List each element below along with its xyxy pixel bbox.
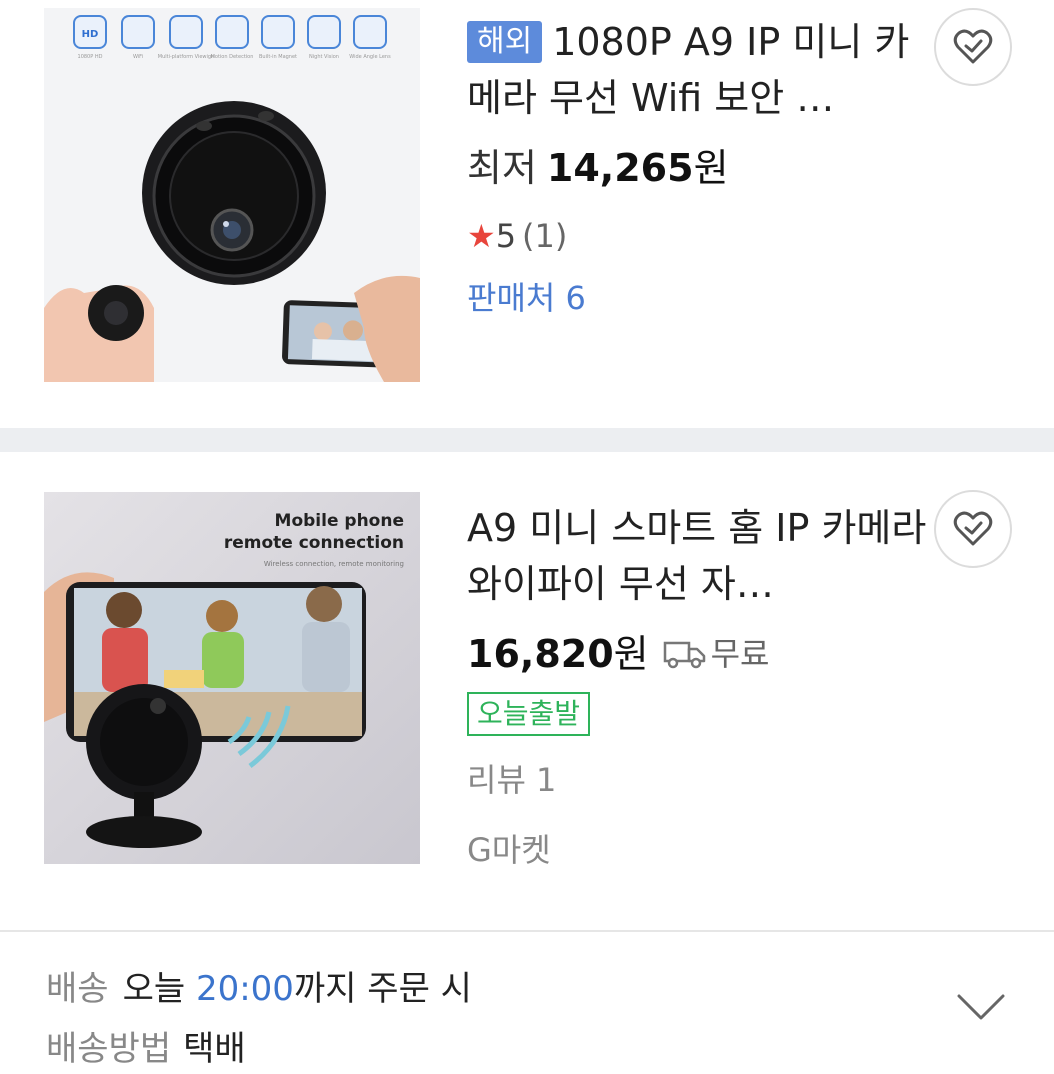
divider [0, 930, 1054, 932]
expand-button[interactable] [956, 992, 1006, 1026]
review-count[interactable]: 리뷰 1 [467, 756, 927, 804]
product-image[interactable]: HD 1080P HD WiFi Multi-platform Viewign … [44, 8, 420, 382]
product-title[interactable]: 해외 1080P A9 IP 미니 카메라 무선 Wifi 보안 … [467, 14, 927, 126]
product-info[interactable]: 해외 1080P A9 IP 미니 카메라 무선 Wifi 보안 … 최저 14,2… [467, 14, 927, 322]
wishlist-button[interactable] [934, 8, 1012, 86]
sellers-link[interactable]: 판매처 6 [467, 274, 927, 322]
price-value: 14,265 [546, 146, 694, 190]
delivery-method: 배송방법 택배 [46, 1024, 246, 1074]
image-heading: remote connection [224, 533, 404, 553]
delivery-text-pre: 오늘 [122, 969, 186, 1009]
feature-label: Wide Angle Lens [349, 54, 391, 60]
feature-label: WiFi [133, 54, 143, 60]
product-info[interactable]: A9 미니 스마트 홈 IP 카메라 와이파이 무선 자… 16,820원 무료 … [467, 500, 927, 874]
delivery-label: 배송 [46, 969, 109, 1009]
overseas-badge: 해외 [467, 21, 543, 63]
delivery-cutoff-time: 20:00 [195, 969, 294, 1009]
star-icon: ★ [467, 217, 496, 255]
feature-label: Multi-platform Viewign [158, 54, 214, 60]
price: 16,820원 무료 [467, 626, 927, 682]
free-shipping: 무료 [663, 635, 770, 673]
price-unit: 원 [693, 146, 729, 190]
feature-label: Motion Detection [211, 54, 254, 60]
image-heading: Mobile phone [275, 511, 404, 531]
section-separator [0, 428, 1054, 452]
camera-product-photo: Mobile phone remote connection Wireless … [44, 492, 420, 864]
product-title[interactable]: A9 미니 스마트 홈 IP 카메라 와이파이 무선 자… [467, 500, 927, 612]
delivery-method-value: 택배 [183, 1029, 246, 1069]
price: 최저 14,265원 [467, 140, 927, 196]
seller-name: G마켓 [467, 831, 551, 869]
product-card[interactable]: HD 1080P HD WiFi Multi-platform Viewign … [0, 0, 1054, 428]
delivery-info: 배송 오늘 20:00까지 주문 시 [46, 964, 472, 1014]
delivery-text-post: 까지 주문 시 [293, 969, 472, 1009]
wishlist-button[interactable] [934, 490, 1012, 568]
rating: ★5 (1) [467, 212, 927, 260]
feature-label: 1080P HD [78, 54, 103, 60]
heart-icon [953, 29, 993, 64]
product-card[interactable]: Mobile phone remote connection Wireless … [0, 452, 1054, 930]
price-unit: 원 [613, 632, 649, 676]
heart-icon [953, 511, 993, 546]
feature-label: Built-in Magnet [259, 54, 297, 60]
image-subheading: Wireless connection, remote monitoring [264, 560, 404, 568]
truck-icon [663, 641, 705, 669]
free-shipping-text: 무료 [710, 635, 770, 673]
product-image[interactable]: Mobile phone remote connection Wireless … [44, 492, 420, 864]
feature-label: Night Vision [309, 54, 339, 60]
rating-value: 5 [495, 217, 517, 255]
price-value: 16,820 [467, 632, 614, 676]
same-day-badge: 오늘출발 [467, 692, 591, 736]
delivery-method-label: 배송방법 [46, 1029, 172, 1069]
svg-text:HD: HD [82, 29, 99, 40]
price-prefix: 최저 [467, 146, 537, 190]
chevron-down-icon [957, 994, 1005, 1020]
camera-product-photo: HD 1080P HD WiFi Multi-platform Viewign … [44, 8, 420, 382]
rating-count: (1) [522, 217, 568, 255]
